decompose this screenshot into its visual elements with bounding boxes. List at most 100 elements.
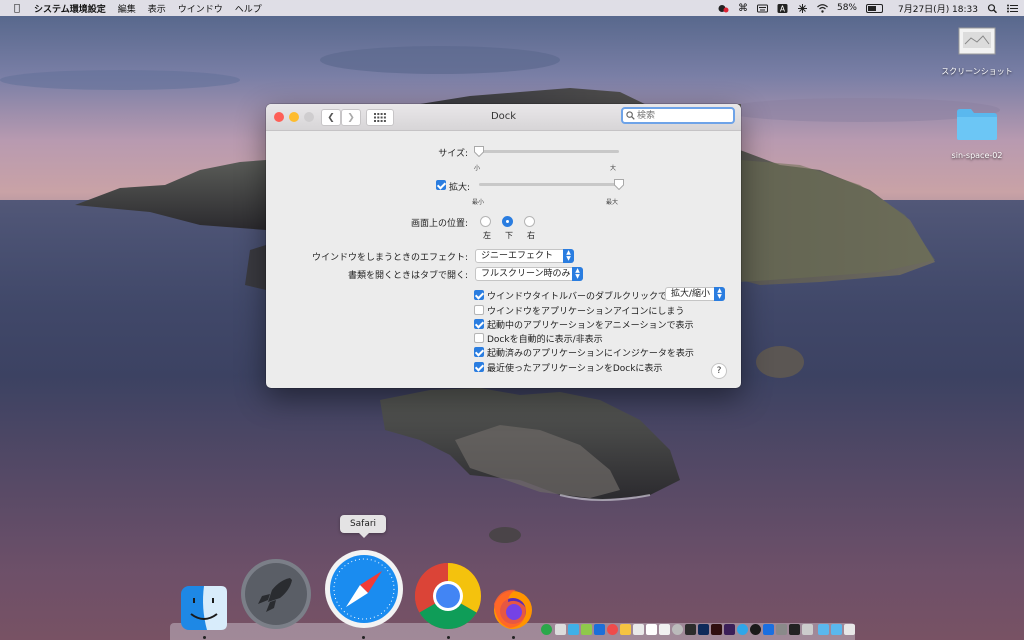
dock-mini-folder-icon[interactable]	[831, 624, 842, 635]
dock-mini-app-icon[interactable]	[763, 624, 774, 635]
animate-opening-label: 起動中のアプリケーションをアニメーションで表示	[487, 321, 694, 331]
desktop-icon-label: スクリーンショット	[941, 67, 1013, 76]
spotlight-search-icon[interactable]	[987, 3, 998, 13]
folder-icon	[957, 109, 997, 140]
prefer-tabs-value: フルスクリーン時のみ	[481, 269, 571, 279]
wifi-icon[interactable]	[817, 3, 828, 13]
trash-icon[interactable]	[844, 624, 855, 635]
running-indicator	[203, 636, 206, 639]
chevron-updown-icon: ▲ ▼	[572, 267, 583, 281]
dock-mini-app-icon[interactable]	[581, 624, 592, 635]
dock-mini-app-icon[interactable]	[776, 624, 787, 635]
finder-icon	[181, 586, 227, 630]
prefer-tabs-label: 書類を開くときはタブで開く:	[347, 271, 468, 281]
show-recent-apps-label: 最近使ったアプリケーションをDockに表示	[487, 364, 663, 374]
dock-mini-app-icon[interactable]	[802, 624, 813, 635]
menu-edit[interactable]: 編集	[118, 2, 136, 15]
menu-clock[interactable]: 7月27日(月) 18:33	[898, 2, 978, 15]
size-slider-thumb[interactable]	[474, 146, 484, 157]
double-click-select[interactable]: 拡大/縮小 ▲ ▼	[665, 287, 725, 301]
battery-icon[interactable]	[866, 3, 883, 13]
battery-fill	[868, 5, 876, 11]
search-field[interactable]	[621, 107, 735, 124]
position-bottom-radio[interactable]	[502, 216, 513, 227]
firefox-icon	[494, 589, 532, 629]
dock-item-chrome[interactable]	[414, 562, 482, 633]
magnification-slider-track[interactable]	[479, 183, 619, 186]
apple-menu-icon[interactable]: 	[14, 3, 20, 14]
desktop-icon-folder[interactable]: sin-space-02	[932, 106, 1022, 160]
dock-mini-app-icon[interactable]	[737, 624, 748, 635]
dock-item-finder[interactable]	[181, 586, 227, 633]
autohide-dock-checkbox[interactable]	[474, 333, 484, 343]
running-indicator	[362, 636, 365, 639]
animate-opening-checkbox[interactable]	[474, 319, 484, 329]
dock-mini-app-icon[interactable]	[633, 624, 644, 635]
dock-mini-app-icon[interactable]	[724, 624, 735, 635]
dock-mini-folder-icon[interactable]	[818, 624, 829, 635]
size-slider-track[interactable]	[479, 150, 619, 153]
magnification-checkbox[interactable]	[436, 180, 446, 190]
position-bottom-label: 下	[505, 231, 513, 240]
size-min-label: 小	[474, 165, 481, 172]
notification-center-icon[interactable]	[1007, 4, 1018, 13]
dock-mini-app-icon[interactable]	[789, 624, 800, 635]
launchpad-rocket-icon	[241, 559, 311, 629]
battery-percent[interactable]: 58%	[837, 3, 857, 13]
creative-cloud-icon[interactable]	[718, 4, 729, 13]
screenshot-thumbnail-icon	[958, 27, 996, 55]
dock-mini-app-icon[interactable]	[711, 624, 722, 635]
dock-tooltip: Safari	[340, 515, 386, 538]
vpn-icon[interactable]	[797, 3, 808, 13]
search-input[interactable]	[637, 110, 731, 121]
position-right-radio[interactable]	[524, 216, 535, 227]
dock-mini-app-icon[interactable]	[568, 624, 579, 635]
menu-window[interactable]: ウインドウ	[178, 2, 223, 15]
prefer-tabs-select[interactable]: フルスクリーン時のみ ▲ ▼	[475, 267, 583, 281]
dock-item-launchpad[interactable]	[240, 558, 312, 633]
minimize-effect-label: ウインドウをしまうときのエフェクト:	[311, 253, 468, 263]
magnification-max-label: 最大	[606, 199, 619, 206]
position-left-label: 左	[483, 231, 491, 240]
magnification-min-label: 最小	[472, 199, 485, 206]
safari-compass-icon	[325, 550, 403, 628]
command-key-icon[interactable]: ⌘	[738, 3, 748, 14]
desktop-icon-label: sin-space-02	[951, 151, 1003, 160]
dock-item-safari[interactable]	[324, 549, 404, 632]
position-label: 画面上の位置:	[410, 219, 468, 229]
svg-text:A: A	[780, 4, 786, 13]
dock-mini-app-icon[interactable]	[659, 624, 670, 635]
size-max-label: 大	[610, 165, 617, 172]
dock-mini-app-icon[interactable]	[698, 624, 709, 635]
position-left-radio[interactable]	[480, 216, 491, 227]
menu-app-name[interactable]: システム環境設定	[34, 2, 106, 15]
search-icon	[626, 111, 635, 120]
magnification-label: 拡大:	[449, 183, 471, 193]
minimize-into-app-icon-checkbox[interactable]	[474, 305, 484, 315]
magnification-slider-thumb[interactable]	[614, 179, 624, 190]
dock-mini-app-icon[interactable]	[672, 624, 683, 635]
dock-mini-app-icon[interactable]	[620, 624, 631, 635]
help-button[interactable]: ?	[711, 363, 727, 379]
dock-mini-app-icon[interactable]	[594, 624, 605, 635]
minimize-into-app-icon-label: ウインドウをアプリケーションアイコンにしまう	[487, 307, 685, 317]
double-click-checkbox[interactable]	[474, 290, 484, 300]
autohide-dock-label: Dockを自動的に表示/非表示	[487, 335, 603, 345]
dock-mini-app-icon[interactable]	[555, 624, 566, 635]
dock-mini-app-icon[interactable]	[541, 624, 552, 635]
dock-mini-app-icon[interactable]	[685, 624, 696, 635]
dock-mini-app-icon[interactable]	[646, 624, 657, 635]
menu-view[interactable]: 表示	[148, 2, 166, 15]
dock-mini-app-icon[interactable]	[750, 624, 761, 635]
show-recent-apps-checkbox[interactable]	[474, 362, 484, 372]
window-titlebar[interactable]: ❮ ❯ Dock	[266, 104, 741, 131]
minimize-effect-select[interactable]: ジニーエフェクト ▲ ▼	[475, 249, 574, 263]
desktop-icon-screenshot[interactable]: スクリーンショット	[932, 26, 1022, 77]
dock-mini-app-icon[interactable]	[607, 624, 618, 635]
keyboard-viewer-icon[interactable]	[756, 4, 768, 13]
menu-help[interactable]: ヘルプ	[235, 2, 262, 15]
show-indicators-checkbox[interactable]	[474, 347, 484, 357]
input-method-icon[interactable]: A	[777, 3, 788, 13]
dock-preferences-window: ❮ ❯ Dock サイズ: 小 大 拡大: 最小 最大 画面上の位置: 左 下 …	[266, 104, 741, 388]
dock-item-firefox[interactable]	[490, 586, 536, 633]
